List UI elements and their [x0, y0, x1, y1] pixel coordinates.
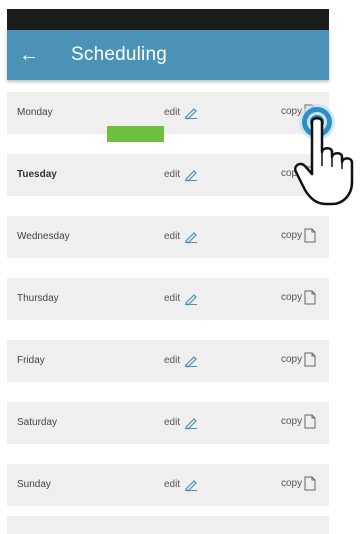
- pencil-icon: [185, 108, 198, 120]
- day-label: Wednesday: [17, 231, 70, 242]
- copy-button[interactable]: copy: [281, 352, 316, 367]
- pencil-icon: [185, 480, 198, 492]
- day-label: Tuesday: [17, 169, 57, 180]
- edit-button[interactable]: edit: [164, 228, 199, 244]
- pencil-icon: [185, 418, 198, 430]
- edit-button[interactable]: edit: [164, 290, 199, 306]
- edit-button[interactable]: edit: [164, 352, 199, 368]
- phone-screen: ← Scheduling Monday edit copy Tuesday ed…: [7, 0, 329, 534]
- page-title: Scheduling: [71, 44, 168, 65]
- edit-label: edit: [164, 106, 181, 118]
- day-label: Sunday: [17, 479, 51, 490]
- day-row-saturday[interactable]: Saturday edit copy: [7, 402, 329, 444]
- pencil-icon: [185, 356, 198, 368]
- copy-icon: [304, 352, 316, 367]
- copy-label: copy: [281, 416, 303, 427]
- day-label: Friday: [17, 355, 45, 366]
- edit-label: edit: [164, 168, 181, 180]
- copy-label: copy: [281, 230, 303, 241]
- edit-button[interactable]: edit: [164, 476, 199, 492]
- day-label: Saturday: [17, 417, 58, 428]
- day-label: Monday: [17, 107, 53, 118]
- day-label: Thursday: [17, 293, 59, 304]
- day-row-thursday[interactable]: Thursday edit copy: [7, 278, 329, 320]
- pencil-icon: [185, 294, 198, 306]
- copy-label: copy: [281, 354, 303, 365]
- status-bar: [7, 9, 329, 30]
- day-row-wednesday[interactable]: Wednesday edit copy: [7, 216, 329, 258]
- copy-button[interactable]: copy: [281, 476, 316, 491]
- edit-label: edit: [164, 478, 181, 490]
- arrow-left-icon: ←: [19, 44, 39, 66]
- copy-button[interactable]: copy: [281, 290, 316, 305]
- copy-icon: [304, 414, 316, 429]
- tap-hand-icon: [294, 104, 354, 206]
- copy-button[interactable]: copy: [281, 414, 316, 429]
- selection-highlight-bar: [107, 126, 164, 142]
- pencil-icon: [185, 170, 198, 182]
- edit-button[interactable]: edit: [164, 414, 199, 430]
- copy-label: copy: [281, 478, 303, 489]
- edit-label: edit: [164, 416, 181, 428]
- edit-button[interactable]: edit: [164, 104, 199, 120]
- copy-icon: [304, 290, 316, 305]
- day-row-sunday[interactable]: Sunday edit copy: [7, 464, 329, 506]
- copy-button[interactable]: copy: [281, 228, 316, 243]
- back-button[interactable]: ←: [19, 30, 53, 80]
- edit-label: edit: [164, 354, 181, 366]
- list-row-partial: [7, 516, 329, 534]
- copy-icon: [304, 228, 316, 243]
- day-row-friday[interactable]: Friday edit copy: [7, 340, 329, 382]
- app-bar: ← Scheduling: [7, 30, 329, 80]
- edit-label: edit: [164, 292, 181, 304]
- edit-label: edit: [164, 230, 181, 242]
- copy-icon: [304, 476, 316, 491]
- day-row-tuesday[interactable]: Tuesday edit copy: [7, 154, 329, 196]
- pencil-icon: [185, 232, 198, 244]
- copy-label: copy: [281, 292, 303, 303]
- day-row-monday[interactable]: Monday edit copy: [7, 92, 329, 134]
- edit-button[interactable]: edit: [164, 166, 199, 182]
